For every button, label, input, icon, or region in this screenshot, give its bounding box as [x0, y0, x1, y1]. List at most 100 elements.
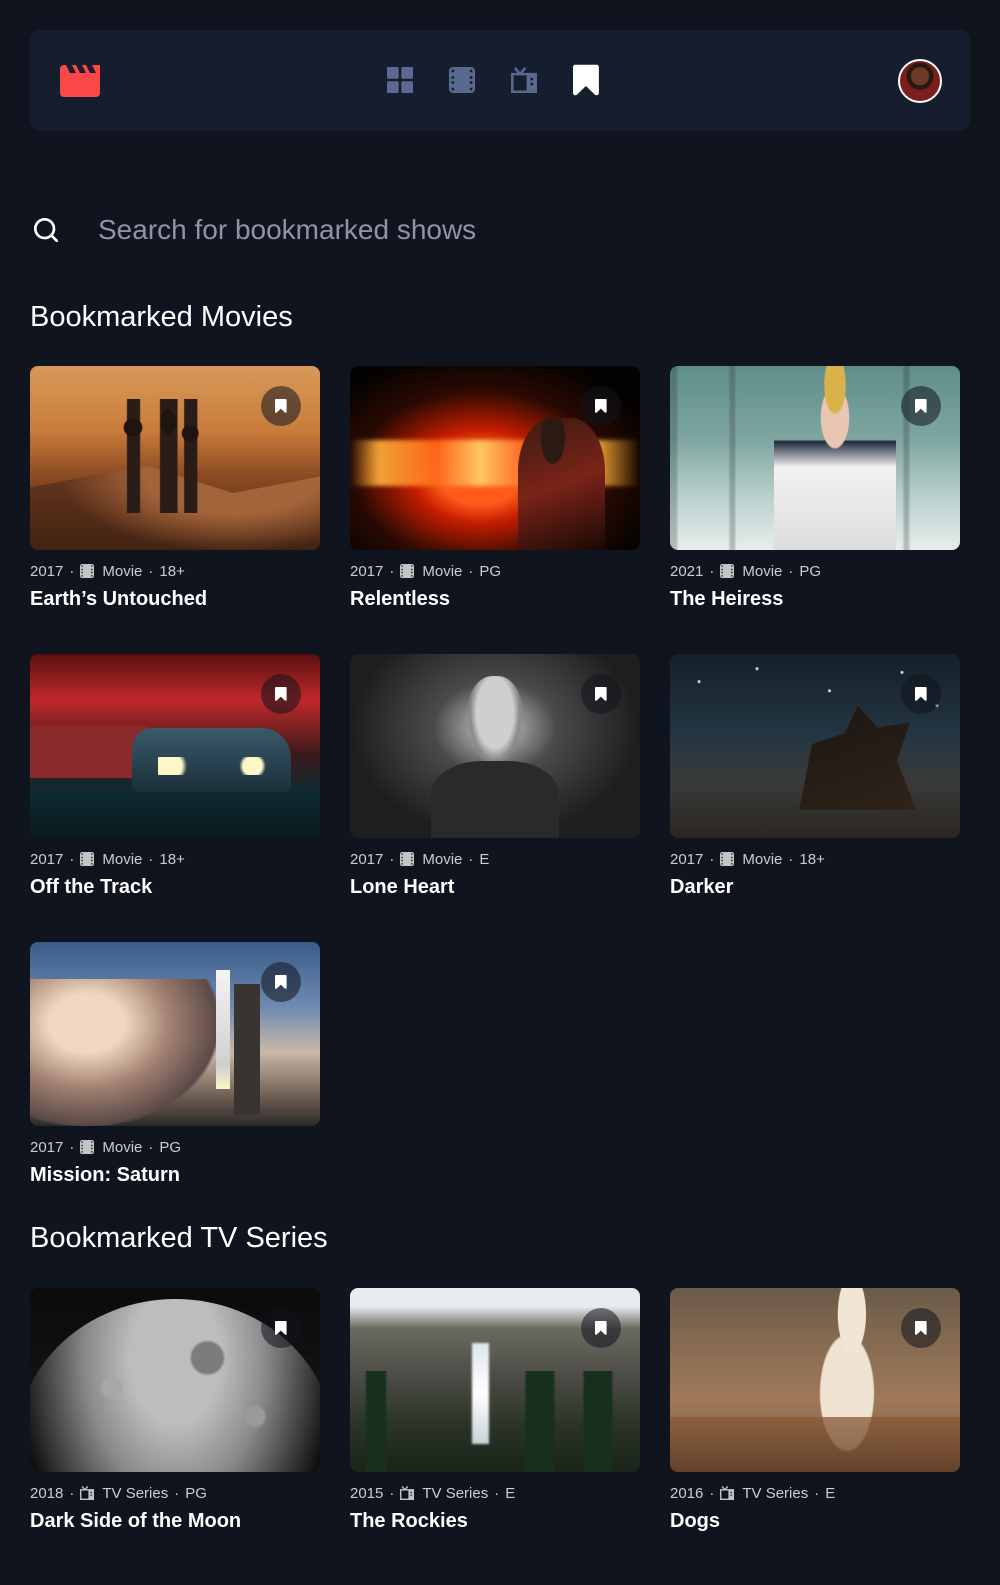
- bookmark-button[interactable]: [901, 386, 941, 426]
- card-title[interactable]: Darker: [670, 876, 960, 899]
- separator-dot: ·: [148, 562, 154, 580]
- card-meta: 2017 · Movie · 18+: [30, 562, 320, 580]
- media-card[interactable]: 2018 · TV Series · PG Dark Side of the Moon: [30, 1288, 320, 1546]
- media-card[interactable]: 2015 · TV Series · E The Rockies: [350, 1288, 640, 1546]
- bookmark-full-icon: [595, 399, 607, 413]
- movie-category-icon: [80, 852, 95, 866]
- thumbnail-image[interactable]: [350, 1288, 640, 1472]
- separator-dot: ·: [788, 850, 794, 868]
- bookmark-button[interactable]: [261, 386, 301, 426]
- media-card[interactable]: 2017 · Movie · 18+ Darker: [670, 654, 960, 912]
- thumbnail-image[interactable]: [30, 654, 320, 838]
- card-title[interactable]: Relentless: [350, 588, 640, 611]
- category: Movie: [102, 850, 143, 868]
- thumbnail-image[interactable]: [30, 1288, 320, 1472]
- tv-series-grid: 2018 · TV Series · PG Dark Side of the Moon 20…: [30, 1288, 970, 1546]
- card-meta: 2017 · Movie · PG: [30, 1138, 320, 1156]
- movie-category-icon: [720, 852, 735, 866]
- rating: E: [505, 1484, 516, 1502]
- search-icon: [30, 214, 62, 246]
- card-title[interactable]: Off the Track: [30, 876, 320, 899]
- bookmark-full-icon: [915, 399, 927, 413]
- separator-dot: ·: [468, 562, 474, 580]
- nav-icons: [387, 64, 599, 96]
- bookmark-full-icon: [595, 687, 607, 701]
- bookmark-button[interactable]: [901, 674, 941, 714]
- separator-dot: ·: [69, 850, 75, 868]
- year: 2017: [350, 562, 384, 580]
- year: 2017: [670, 850, 704, 868]
- media-card[interactable]: 2017 · Movie · 18+ Off the Track: [30, 654, 320, 912]
- card-meta: 2016 · TV Series · E: [670, 1484, 960, 1502]
- separator-dot: ·: [494, 1484, 500, 1502]
- movie-category-icon: [80, 1140, 95, 1154]
- thumbnail-image[interactable]: [670, 1288, 960, 1472]
- bookmark-button[interactable]: [581, 386, 621, 426]
- rating: PG: [185, 1484, 207, 1502]
- search-bar: [30, 210, 970, 250]
- bookmark-icon[interactable]: [573, 64, 599, 96]
- year: 2021: [670, 562, 704, 580]
- card-title[interactable]: The Rockies: [350, 1510, 640, 1533]
- movies-grid: 2017 · Movie · 18+ Earth’s Untouched 2017 · Movi…: [30, 366, 970, 1200]
- movie-category-icon: [720, 564, 735, 578]
- bookmark-full-icon: [275, 1321, 287, 1335]
- card-title[interactable]: Dogs: [670, 1510, 960, 1533]
- bookmark-button[interactable]: [581, 1308, 621, 1348]
- thumbnail-image[interactable]: [670, 366, 960, 550]
- category: Movie: [742, 562, 783, 580]
- bookmark-button[interactable]: [261, 1308, 301, 1348]
- media-card[interactable]: 2017 · Movie · PG Mission: Saturn: [30, 942, 320, 1200]
- category: TV Series: [742, 1484, 809, 1502]
- card-title[interactable]: Lone Heart: [350, 876, 640, 899]
- year: 2017: [30, 562, 64, 580]
- bookmark-button[interactable]: [581, 674, 621, 714]
- separator-dot: ·: [69, 1484, 75, 1502]
- category: TV Series: [422, 1484, 489, 1502]
- bookmark-button[interactable]: [261, 674, 301, 714]
- tv-series-icon[interactable]: [511, 64, 537, 96]
- movie-category-icon: [400, 852, 415, 866]
- bookmark-full-icon: [275, 687, 287, 701]
- card-meta: 2021 · Movie · PG: [670, 562, 960, 580]
- category: Movie: [422, 850, 463, 868]
- user-avatar[interactable]: [898, 59, 942, 103]
- media-card[interactable]: 2016 · TV Series · E Dogs: [670, 1288, 960, 1546]
- home-grid-icon[interactable]: [387, 64, 413, 96]
- navbar: [30, 30, 970, 131]
- bookmark-full-icon: [595, 1321, 607, 1335]
- card-meta: 2017 · Movie · E: [350, 850, 640, 868]
- category: Movie: [422, 562, 463, 580]
- search-input[interactable]: [98, 211, 970, 249]
- thumbnail-image[interactable]: [350, 366, 640, 550]
- rating: 18+: [159, 562, 185, 580]
- tv-category-icon: [400, 1486, 415, 1500]
- media-card[interactable]: 2017 · Movie · PG Relentless: [350, 366, 640, 624]
- thumbnail-image[interactable]: [30, 366, 320, 550]
- media-card[interactable]: 2021 · Movie · PG The Heiress: [670, 366, 960, 624]
- rating: E: [825, 1484, 836, 1502]
- thumbnail-image[interactable]: [30, 942, 320, 1126]
- separator-dot: ·: [468, 850, 474, 868]
- movies-film-icon[interactable]: [449, 64, 475, 96]
- card-title[interactable]: Mission: Saturn: [30, 1164, 320, 1187]
- movie-clapper-icon[interactable]: [60, 65, 100, 97]
- bookmark-button[interactable]: [901, 1308, 941, 1348]
- tv-category-icon: [720, 1486, 735, 1500]
- bookmark-button[interactable]: [261, 962, 301, 1002]
- rating: 18+: [799, 850, 825, 868]
- card-meta: 2018 · TV Series · PG: [30, 1484, 320, 1502]
- media-card[interactable]: 2017 · Movie · E Lone Heart: [350, 654, 640, 912]
- bookmark-full-icon: [915, 687, 927, 701]
- bookmark-full-icon: [915, 1321, 927, 1335]
- separator-dot: ·: [69, 1138, 75, 1156]
- card-title[interactable]: Dark Side of the Moon: [30, 1510, 320, 1533]
- card-meta: 2017 · Movie · 18+: [30, 850, 320, 868]
- card-title[interactable]: The Heiress: [670, 588, 960, 611]
- separator-dot: ·: [788, 562, 794, 580]
- separator-dot: ·: [69, 562, 75, 580]
- media-card[interactable]: 2017 · Movie · 18+ Earth’s Untouched: [30, 366, 320, 624]
- card-title[interactable]: Earth’s Untouched: [30, 588, 320, 611]
- thumbnail-image[interactable]: [350, 654, 640, 838]
- thumbnail-image[interactable]: [670, 654, 960, 838]
